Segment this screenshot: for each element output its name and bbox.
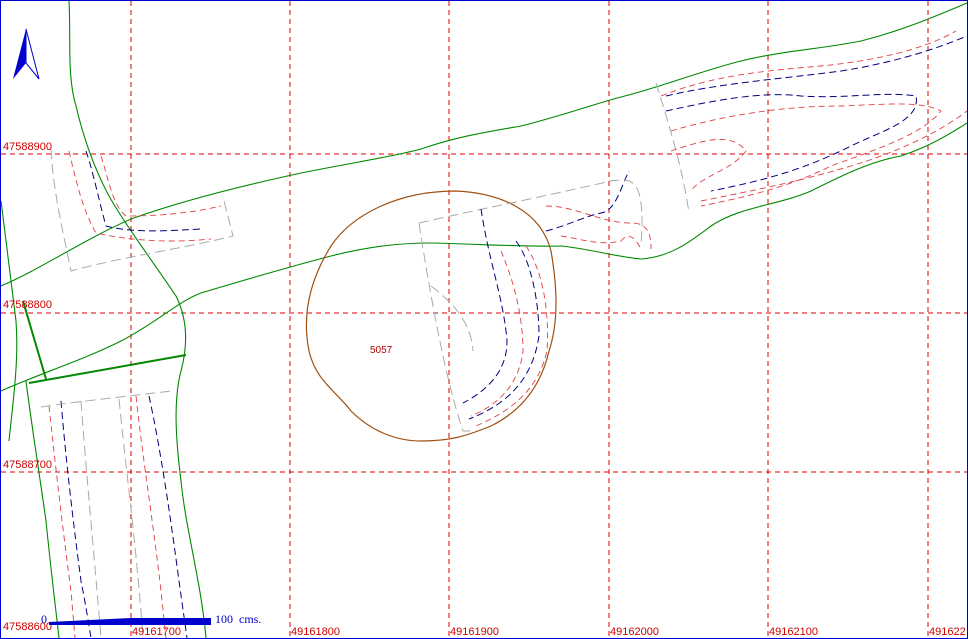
road-edge-line — [80, 400, 102, 638]
road-edge-line — [418, 222, 471, 432]
road-edge-line — [418, 180, 612, 224]
contour-line — [475, 245, 548, 427]
boundary-road-bottom — [1, 122, 967, 392]
x-label-1: 49161700 — [132, 626, 181, 638]
contour-line — [60, 400, 92, 638]
contour-line — [468, 240, 540, 420]
road-edge-line — [50, 148, 234, 272]
x-label-6: 491622 — [929, 626, 966, 638]
road-edge-line — [430, 285, 474, 352]
x-label-4: 49162000 — [610, 626, 659, 638]
road-edge-line — [608, 179, 643, 247]
y-label-3: 47588700 — [3, 459, 52, 471]
contour-line — [660, 30, 957, 97]
parcel-boundary — [305, 190, 557, 442]
boundary-road-top — [1, 2, 967, 287]
road-edge-line — [40, 390, 172, 408]
road-edge-line — [655, 82, 690, 214]
parcel-label: 5057 — [370, 345, 393, 356]
x-label-3: 49161900 — [450, 626, 499, 638]
scale-start-label: 0 — [41, 612, 47, 626]
contour-line — [48, 405, 76, 638]
contour-line — [700, 110, 967, 202]
boundary-left-lower — [25, 380, 60, 638]
x-label-5: 49162100 — [769, 626, 818, 638]
boundary-vertical-left — [68, 1, 207, 638]
contour-line — [670, 139, 747, 192]
scale-end-label: 100 — [215, 612, 233, 626]
contour-line — [545, 205, 652, 250]
x-label-2: 49161800 — [291, 626, 340, 638]
contour-lines — [40, 30, 967, 638]
north-arrow-icon — [13, 28, 40, 80]
y-label-1: 47588900 — [3, 141, 52, 153]
contour-line — [462, 208, 508, 404]
contour-line — [470, 250, 524, 417]
scale-bar: 0 100 cms. — [41, 612, 261, 626]
contour-line — [85, 150, 202, 232]
scale-unit-label: cms. — [239, 612, 261, 626]
contour-line — [100, 155, 222, 217]
contour-line — [665, 35, 967, 97]
y-label-2: 47588800 — [3, 299, 52, 311]
boundary-left-edge — [1, 200, 18, 442]
map-drawing: 47588900 47588800 47588700 47588600 4916… — [1, 1, 967, 638]
contour-line — [665, 93, 917, 192]
map-canvas[interactable]: 47588900 47588800 47588700 47588600 4916… — [0, 0, 968, 639]
contour-line — [148, 395, 188, 638]
